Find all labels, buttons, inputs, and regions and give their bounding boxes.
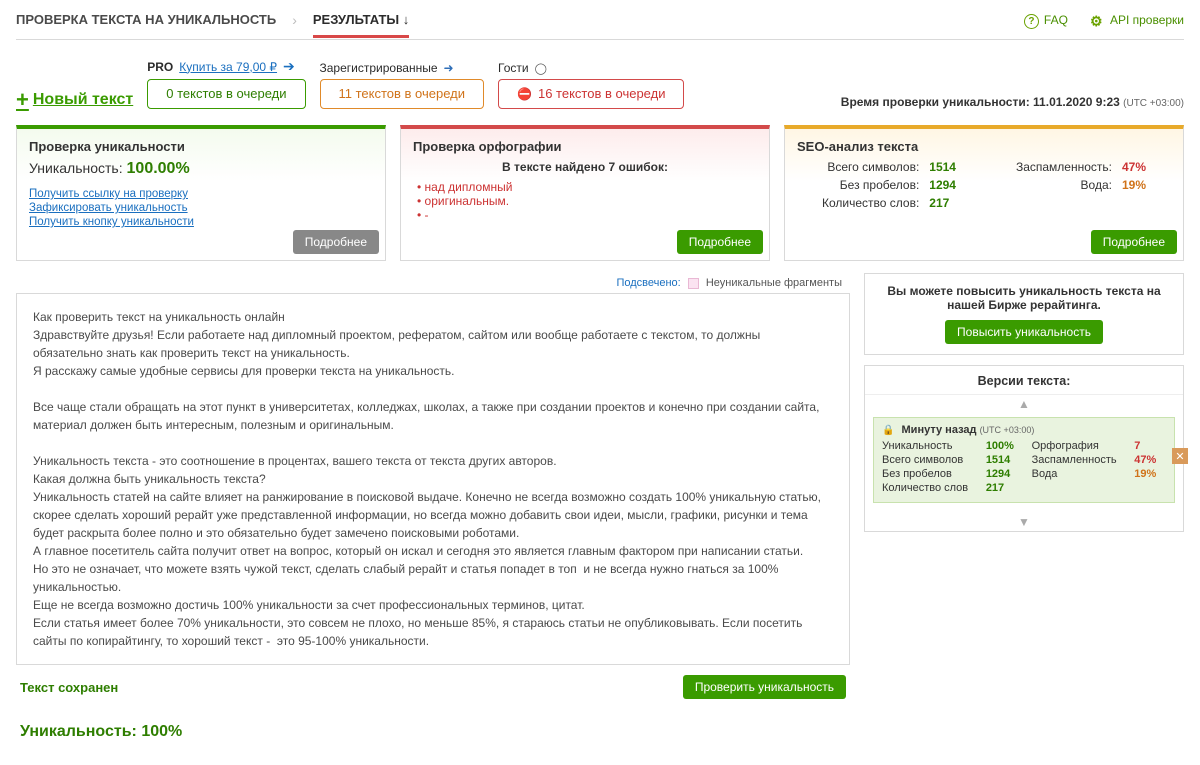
seo-spam-value: 47% [1122,160,1171,174]
plus-icon: + [16,93,29,107]
spell-error-3: - [417,208,757,222]
panel-spelling: Проверка орфографии В тексте найдено 7 о… [400,125,770,261]
pro-buy-link[interactable]: Купить за 79,00 ₽ [179,60,277,74]
lock-icon [882,424,898,436]
tab-check[interactable]: ПРОВЕРКА ТЕКСТА НА УНИКАЛЬНОСТЬ [16,2,276,38]
help-icon [1024,13,1038,27]
seo-nospace-value: 1294 [929,178,981,192]
tab-results[interactable]: РЕЗУЛЬТАТЫ ↓ [313,2,409,38]
spell-subtitle: В тексте найдено 7 ошибок: [413,160,757,174]
uniq-link-share[interactable]: Получить ссылку на проверку [29,188,373,200]
spell-title: Проверка орфографии [413,139,757,154]
versions-next[interactable]: ▼ [865,513,1183,531]
uniq-link-button[interactable]: Получить кнопку уникальности [29,216,373,228]
new-text-label: Новый текст [33,91,133,109]
faq-label: FAQ [1044,13,1068,27]
queue-pro: 0 текстов в очереди [147,79,305,109]
close-icon[interactable]: ✕ [1172,448,1188,464]
arrow-right-icon: ➔ [283,58,295,75]
gear-icon [1090,13,1104,27]
promo-button[interactable]: Повысить уникальность [945,320,1103,344]
faq-link[interactable]: FAQ [1024,13,1068,27]
stop-icon [517,86,538,101]
queue-guests: 16 текстов в очереди [498,79,684,109]
chevron-right-icon: › [292,2,297,38]
seo-words-label: Количество слов: [797,196,919,210]
uniq-score: Уникальность: 100.00% [29,160,373,178]
uniq-more-button[interactable]: Подробнее [293,230,379,254]
seo-nospace-label: Без пробелов: [797,178,919,192]
seo-spam-label: Заспамленность: [991,160,1112,174]
highlight-legend: Подсвечено: Неуникальные фрагменты [16,273,850,293]
seo-more-button[interactable]: Подробнее [1091,230,1177,254]
versions-panel: Версии текста: ▲ ✕ Минуту назад (UTC +03… [864,365,1184,532]
seo-total-value: 1514 [929,160,981,174]
versions-prev[interactable]: ▲ [865,395,1183,413]
api-link[interactable]: API проверки [1090,13,1184,27]
registered-label: Зарегистрированные [320,61,485,75]
check-time: Время проверки уникальности: 11.01.2020 … [841,95,1184,109]
guest-icon [535,61,547,75]
spell-error-1: над дипломный [417,180,757,194]
seo-words-value: 217 [929,196,981,210]
promo-card: Вы можете повысить уникальность текста н… [864,273,1184,355]
queue-registered: 11 текстов в очереди [320,79,485,109]
bottom-uniqueness: Уникальность: 100% [16,709,1184,765]
api-label: API проверки [1110,13,1184,27]
guests-label: Гости [498,61,684,75]
uniq-title: Проверка уникальности [29,139,373,154]
text-content[interactable]: Как проверить текст на уникальность онла… [16,293,850,665]
seo-water-value: 19% [1122,178,1171,192]
pro-label: PRO Купить за 79,00 ₽ ➔ [147,58,305,75]
seo-total-label: Всего символов: [797,160,919,174]
version-entry[interactable]: ✕ Минуту назад (UTC +03:00) Уникальность… [873,417,1175,503]
panel-uniqueness: Проверка уникальности Уникальность: 100.… [16,125,386,261]
uniq-link-fix[interactable]: Зафиксировать уникальность [29,202,373,214]
saved-label: Текст сохранен [20,680,118,695]
seo-title: SEO-анализ текста [797,139,1171,154]
panel-seo: SEO-анализ текста Всего символов: 1514 З… [784,125,1184,261]
promo-text: Вы можете повысить уникальность текста н… [877,284,1171,312]
seo-water-label: Вода: [991,178,1112,192]
swatch-icon [688,278,699,289]
login-icon [444,61,454,75]
recheck-button[interactable]: Проверить уникальность [683,675,846,699]
versions-title: Версии текста: [865,366,1183,395]
new-text-button[interactable]: + Новый текст [16,91,133,109]
spell-error-2: оригинальным. [417,194,757,208]
spell-more-button[interactable]: Подробнее [677,230,763,254]
